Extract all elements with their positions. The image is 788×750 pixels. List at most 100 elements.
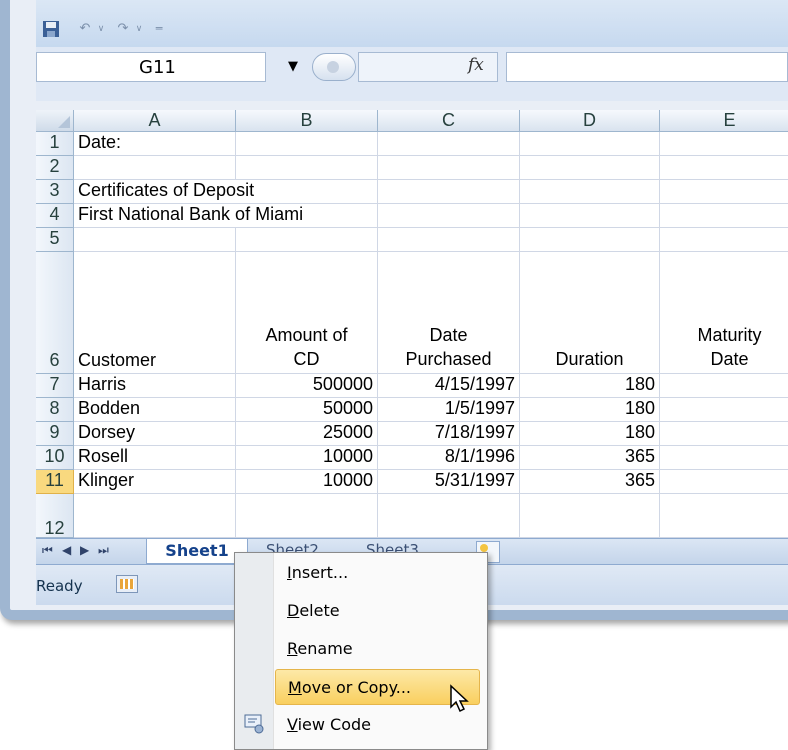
- column-header-a[interactable]: A: [74, 110, 236, 132]
- column-header-d[interactable]: D: [520, 110, 660, 132]
- cell-a3[interactable]: Certificates of Deposit: [74, 180, 254, 204]
- cell-d4[interactable]: [520, 204, 660, 228]
- cell-c12[interactable]: [378, 494, 520, 538]
- name-box[interactable]: G11: [36, 52, 266, 82]
- cell-c6[interactable]: Date Purchased: [378, 252, 520, 374]
- cell-d9[interactable]: 180: [520, 422, 660, 446]
- cell-c4[interactable]: [378, 204, 520, 228]
- cell-e8[interactable]: [660, 398, 788, 422]
- customize-toolbar-icon[interactable]: ═: [150, 20, 168, 38]
- row-header-5[interactable]: 5: [36, 228, 74, 252]
- select-all-button[interactable]: [36, 110, 74, 132]
- cell-e1[interactable]: [660, 132, 788, 156]
- cell-a4[interactable]: First National Bank of Miami: [74, 204, 303, 228]
- menu-item-insert[interactable]: Insert...: [275, 555, 480, 591]
- formula-input[interactable]: [506, 52, 788, 82]
- cell-b10[interactable]: 10000: [236, 446, 378, 470]
- menu-item-delete[interactable]: Delete: [275, 593, 480, 629]
- cell-b7[interactable]: 500000: [236, 374, 378, 398]
- cell-a12[interactable]: [74, 494, 236, 538]
- first-sheet-icon[interactable]: ⏮: [42, 543, 53, 558]
- cell-b4[interactable]: [236, 204, 378, 228]
- cell-b2[interactable]: [236, 156, 378, 180]
- cell-b1[interactable]: [236, 132, 378, 156]
- cell-d2[interactable]: [520, 156, 660, 180]
- cell-e9[interactable]: [660, 422, 788, 446]
- cell-a1[interactable]: Date:: [74, 132, 236, 156]
- row-header-2[interactable]: 2: [36, 156, 74, 180]
- cell-d6[interactable]: Duration: [520, 252, 660, 374]
- status-ready-text: Ready: [36, 577, 83, 595]
- cell-b5[interactable]: [236, 228, 378, 252]
- row-header-10[interactable]: 10: [36, 446, 74, 470]
- cell-d8[interactable]: 180: [520, 398, 660, 422]
- row-header-6[interactable]: 6: [36, 252, 74, 374]
- cell-c11[interactable]: 5/31/1997: [378, 470, 520, 494]
- row-header-12[interactable]: 12: [36, 494, 74, 538]
- cell-a11[interactable]: Klinger: [74, 470, 236, 494]
- last-sheet-icon[interactable]: ⏭: [98, 543, 109, 558]
- cell-c10[interactable]: 8/1/1996: [378, 446, 520, 470]
- column-header-e[interactable]: E: [660, 110, 788, 132]
- cell-a7[interactable]: Harris: [74, 374, 236, 398]
- row-header-11[interactable]: 11: [36, 470, 74, 494]
- cell-e11[interactable]: [660, 470, 788, 494]
- cell-a5[interactable]: [74, 228, 236, 252]
- cell-c1[interactable]: [378, 132, 520, 156]
- redo-dropdown-icon[interactable]: ∨: [130, 20, 148, 38]
- cell-b8[interactable]: 50000: [236, 398, 378, 422]
- menu-item-rename[interactable]: Rename: [275, 631, 480, 667]
- save-icon[interactable]: [42, 20, 60, 38]
- cell-e6[interactable]: Maturity Date: [660, 252, 788, 374]
- cell-c2[interactable]: [378, 156, 520, 180]
- cell-c5[interactable]: [378, 228, 520, 252]
- cell-e2[interactable]: [660, 156, 788, 180]
- undo-dropdown-icon[interactable]: ∨: [92, 20, 110, 38]
- row-header-8[interactable]: 8: [36, 398, 74, 422]
- cell-e3[interactable]: [660, 180, 788, 204]
- cell-a2[interactable]: [74, 156, 236, 180]
- cell-b6[interactable]: Amount of CD: [236, 252, 378, 374]
- cell-c3[interactable]: [378, 180, 520, 204]
- cell-a9[interactable]: Dorsey: [74, 422, 236, 446]
- cell-a10[interactable]: Rosell: [74, 446, 236, 470]
- cell-d12[interactable]: [520, 494, 660, 538]
- cell-e5[interactable]: [660, 228, 788, 252]
- cell-b9[interactable]: 25000: [236, 422, 378, 446]
- cell-c8[interactable]: 1/5/1997: [378, 398, 520, 422]
- sheet-tab-sheet1[interactable]: Sheet1: [146, 539, 248, 564]
- cell-c9[interactable]: 7/18/1997: [378, 422, 520, 446]
- name-box-dropdown-icon[interactable]: ▼: [288, 59, 298, 74]
- row-header-9[interactable]: 9: [36, 422, 74, 446]
- row-header-1[interactable]: 1: [36, 132, 74, 156]
- cell-d1[interactable]: [520, 132, 660, 156]
- cell-e7[interactable]: [660, 374, 788, 398]
- next-sheet-icon[interactable]: ▶: [80, 543, 89, 557]
- row-header-4[interactable]: 4: [36, 204, 74, 228]
- cell-d7[interactable]: 180: [520, 374, 660, 398]
- view-code-icon: [243, 713, 267, 735]
- cell-e12[interactable]: [660, 494, 788, 538]
- insert-function-icon[interactable]: fx: [468, 55, 484, 75]
- cell-b12[interactable]: [236, 494, 378, 538]
- row-header-3[interactable]: 3: [36, 180, 74, 204]
- cell-e4[interactable]: [660, 204, 788, 228]
- sheet-context-menu: Insert... Delete Rename Move or Copy... …: [234, 552, 488, 750]
- column-header-c[interactable]: C: [378, 110, 520, 132]
- name-box-value: G11: [139, 57, 176, 78]
- cell-b3[interactable]: [236, 180, 378, 204]
- cell-e10[interactable]: [660, 446, 788, 470]
- cell-a8[interactable]: Bodden: [74, 398, 236, 422]
- cell-d5[interactable]: [520, 228, 660, 252]
- column-header-b[interactable]: B: [236, 110, 378, 132]
- formula-bar-toggle[interactable]: [312, 53, 356, 81]
- prev-sheet-icon[interactable]: ◀: [62, 543, 71, 557]
- row-header-7[interactable]: 7: [36, 374, 74, 398]
- macro-record-icon[interactable]: [116, 575, 138, 593]
- cell-c7[interactable]: 4/15/1997: [378, 374, 520, 398]
- cell-d3[interactable]: [520, 180, 660, 204]
- cell-b11[interactable]: 10000: [236, 470, 378, 494]
- cell-d11[interactable]: 365: [520, 470, 660, 494]
- cell-d10[interactable]: 365: [520, 446, 660, 470]
- cell-a6[interactable]: Customer: [74, 252, 236, 374]
